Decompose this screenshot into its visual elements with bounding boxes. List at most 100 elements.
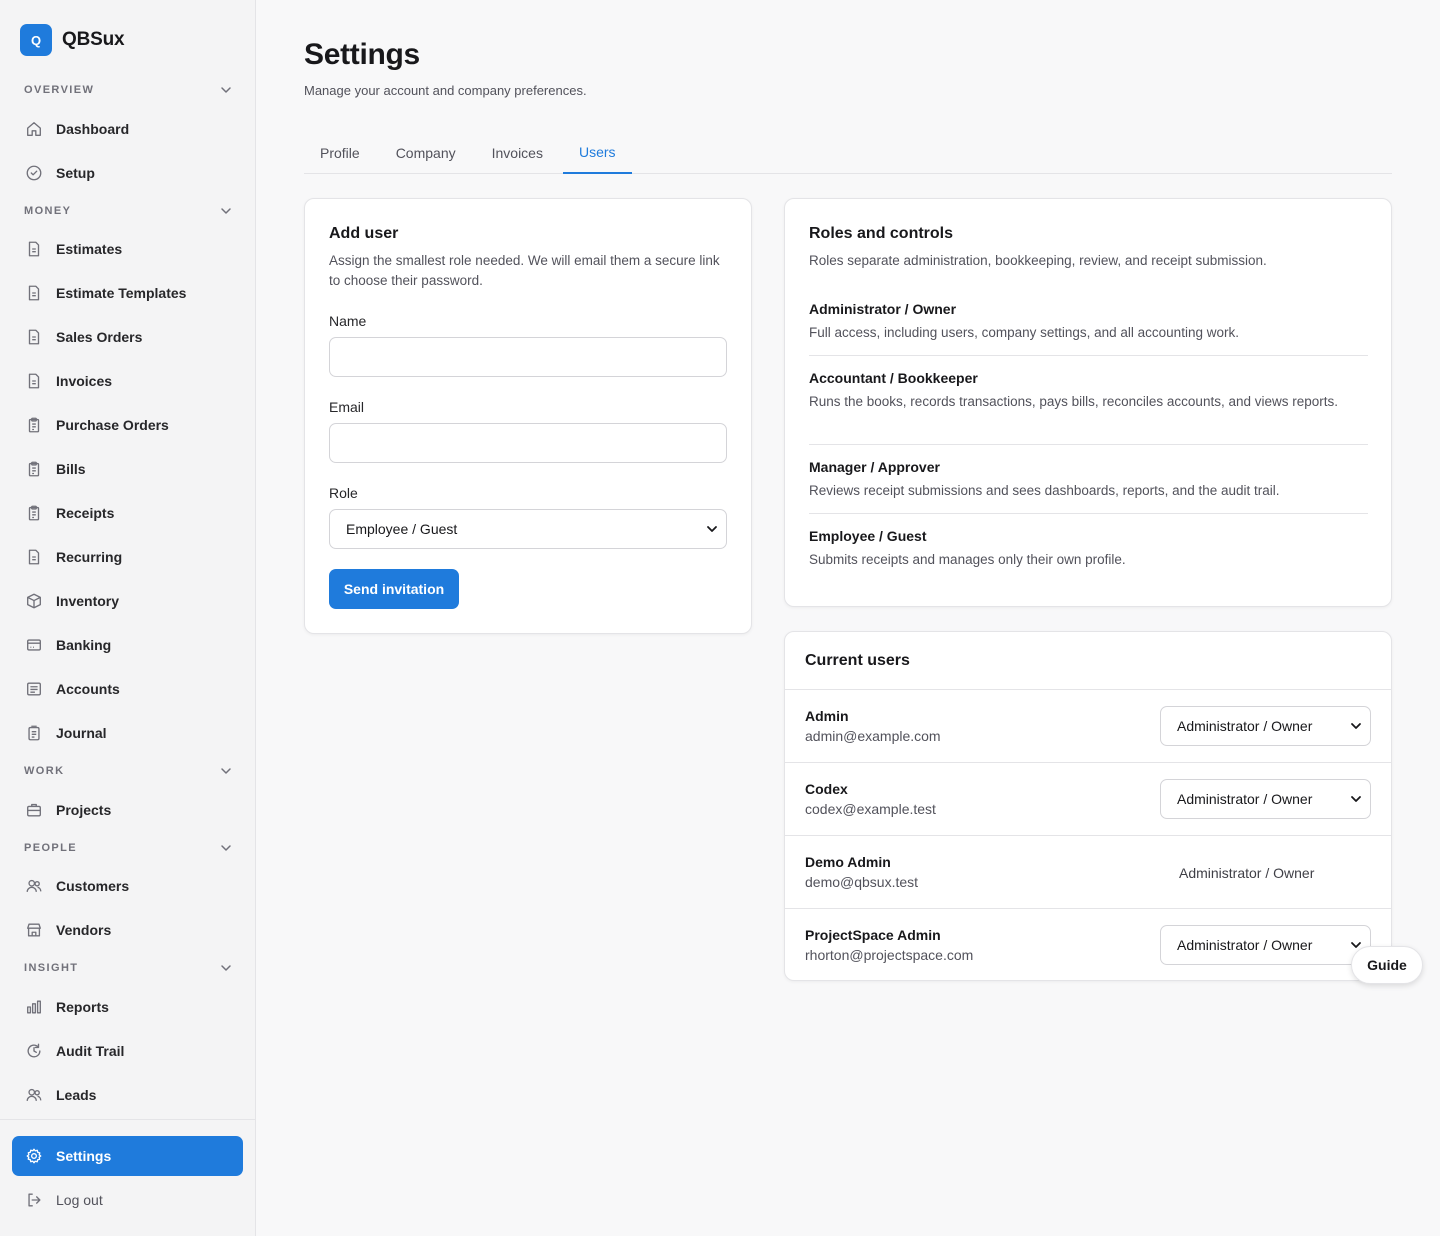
store-icon [24, 920, 44, 940]
email-input[interactable] [329, 423, 727, 463]
add-user-description: Assign the smallest role needed. We will… [329, 253, 720, 288]
document-icon [24, 327, 44, 347]
roles-card: Roles and controls Roles separate admini… [784, 198, 1392, 607]
sidebar-item-label: Dashboard [56, 121, 130, 137]
sidebar-item-purchase-orders[interactable]: Purchase Orders [12, 405, 243, 445]
sidebar-item-label: Recurring [56, 549, 123, 565]
send-invitation-button[interactable]: Send invitation [329, 569, 459, 609]
sidebar-item-inventory[interactable]: Inventory [12, 581, 243, 621]
sidebar-item-label: Sales Orders [56, 329, 143, 345]
guide-button[interactable]: Guide [1351, 946, 1423, 984]
sidebar-item-label: Settings [56, 1148, 112, 1164]
sidebar-item-receipts[interactable]: Receipts [12, 493, 243, 533]
clipboard-icon [24, 415, 44, 435]
user-role-select[interactable]: Administrator / Owner [1160, 925, 1371, 965]
sidebar-item-label: Invoices [56, 373, 113, 389]
sidebar-item-reports[interactable]: Reports [12, 987, 243, 1027]
users-icon [24, 1085, 44, 1105]
gear-icon [24, 1146, 44, 1166]
role-divider [809, 444, 1368, 445]
chevron-down-icon [1351, 723, 1361, 729]
role-select-value: Employee / Guest [346, 521, 458, 537]
sidebar-item-sales-orders[interactable]: Sales Orders [12, 317, 243, 357]
group-toggle-insight[interactable]: INSIGHT [24, 958, 232, 978]
user-role-static: Administrator / Owner [1179, 865, 1315, 881]
user-name: Admin [805, 708, 849, 724]
sidebar-item-label: Estimates [56, 241, 123, 257]
sidebar-item-dashboard[interactable]: Dashboard [12, 109, 243, 149]
sidebar-item-recurring[interactable]: Recurring [12, 537, 243, 577]
settings-tabs: Profile Company Invoices Users [304, 132, 1392, 174]
group-label: PEOPLE [24, 842, 78, 854]
box-icon [24, 591, 44, 611]
sidebar-item-label: Purchase Orders [56, 417, 169, 433]
group-toggle-people[interactable]: PEOPLE [24, 838, 232, 858]
add-user-title: Add user [329, 225, 399, 242]
chevron-down-icon [221, 965, 231, 971]
clipboard-icon [24, 503, 44, 523]
brand[interactable]: Q QBSux [20, 24, 125, 56]
tab-profile[interactable]: Profile [304, 132, 376, 174]
current-users-card: Current users Admin admin@example.com Ad… [784, 631, 1392, 981]
sidebar-item-vendors[interactable]: Vendors [12, 910, 243, 950]
name-label: Name [329, 313, 367, 329]
clipboard-icon [24, 459, 44, 479]
chevron-down-icon [221, 845, 231, 851]
sidebar-item-journal[interactable]: Journal [12, 713, 243, 753]
document-icon [24, 239, 44, 259]
sidebar-item-bills[interactable]: Bills [12, 449, 243, 489]
sidebar-item-audit-trail[interactable]: Audit Trail [12, 1031, 243, 1071]
group-toggle-work[interactable]: WORK [24, 761, 232, 781]
user-role-select[interactable]: Administrator / Owner [1160, 706, 1371, 746]
role-item: Manager / Approver Reviews receipt submi… [809, 459, 1368, 501]
sidebar-item-settings[interactable]: Settings [12, 1136, 243, 1176]
user-role-value: Administrator / Owner [1177, 791, 1313, 807]
user-row: ProjectSpace Admin rhorton@projectspace.… [785, 908, 1391, 980]
sidebar-item-label: Vendors [56, 922, 112, 938]
add-user-card: Add user Assign the smallest role needed… [304, 198, 752, 634]
sidebar-item-estimates[interactable]: Estimates [12, 229, 243, 269]
role-select[interactable]: Employee / Guest [329, 509, 727, 549]
name-input[interactable] [329, 337, 727, 377]
document-icon [24, 547, 44, 567]
chevron-down-icon [221, 87, 231, 93]
chevron-down-icon [707, 526, 717, 532]
sidebar: Q QBSux OVERVIEW Dashboard Setup MONEY E… [0, 0, 256, 1236]
sidebar-item-invoices[interactable]: Invoices [12, 361, 243, 401]
card-icon [24, 635, 44, 655]
user-email: demo@qbsux.test [805, 874, 919, 890]
group-toggle-overview[interactable]: OVERVIEW [24, 80, 232, 100]
sidebar-item-logout[interactable]: Log out [12, 1180, 243, 1220]
tab-company[interactable]: Company [380, 132, 472, 174]
sidebar-item-label: Inventory [56, 593, 120, 609]
role-item: Accountant / Bookkeeper Runs the books, … [809, 370, 1368, 412]
user-email: codex@example.test [805, 801, 936, 817]
role-name: Employee / Guest [809, 528, 927, 544]
sidebar-item-accounts[interactable]: Accounts [12, 669, 243, 709]
sidebar-item-leads[interactable]: Leads [12, 1075, 243, 1115]
chevron-down-icon [221, 768, 231, 774]
document-icon [24, 283, 44, 303]
role-name: Administrator / Owner [809, 301, 957, 317]
sidebar-item-setup[interactable]: Setup [12, 153, 243, 193]
group-label: MONEY [24, 205, 72, 217]
user-email: admin@example.com [805, 728, 941, 744]
sidebar-item-label: Estimate Templates [56, 285, 187, 301]
document-icon [24, 371, 44, 391]
tab-users[interactable]: Users [562, 132, 632, 174]
sidebar-item-customers[interactable]: Customers [12, 866, 243, 906]
sidebar-item-label: Setup [56, 165, 95, 181]
group-label: WORK [24, 765, 65, 777]
journal-icon [24, 723, 44, 743]
user-row: Demo Admin demo@qbsux.test Administrator… [785, 835, 1391, 908]
sidebar-item-label: Journal [56, 725, 107, 741]
sidebar-item-banking[interactable]: Banking [12, 625, 243, 665]
tab-invoices[interactable]: Invoices [476, 132, 559, 174]
sidebar-item-estimate-templates[interactable]: Estimate Templates [12, 273, 243, 313]
user-role-select[interactable]: Administrator / Owner [1160, 779, 1371, 819]
page-subtitle: Manage your account and company preferen… [304, 83, 587, 98]
user-email: rhorton@projectspace.com [805, 947, 974, 963]
sidebar-item-projects[interactable]: Projects [12, 790, 243, 830]
history-icon [24, 1041, 44, 1061]
group-toggle-money[interactable]: MONEY [24, 201, 232, 221]
